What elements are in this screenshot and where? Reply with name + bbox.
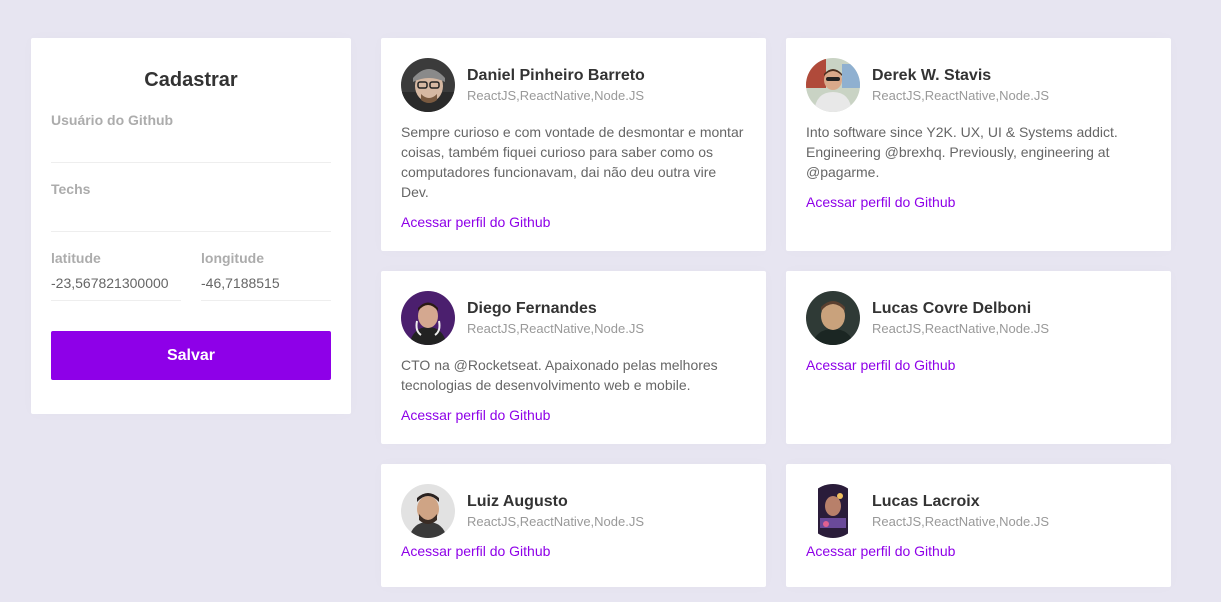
dev-card: Daniel Pinheiro Barreto ReactJS,ReactNat…: [381, 38, 766, 251]
dev-card: Lucas Covre Delboni ReactJS,ReactNative,…: [786, 271, 1171, 444]
avatar: [806, 291, 860, 345]
dev-card-header: Luiz Augusto ReactJS,ReactNative,Node.JS: [401, 484, 746, 538]
user-info: Diego Fernandes ReactJS,ReactNative,Node…: [467, 299, 644, 337]
techs-label: Techs: [51, 181, 91, 197]
github-username-field: Usuário do Github: [51, 111, 331, 163]
longitude-input[interactable]: [201, 267, 331, 299]
avatar: [401, 291, 455, 345]
dev-card-header: Diego Fernandes ReactJS,ReactNative,Node…: [401, 291, 746, 345]
dev-card: Lucas Lacroix ReactJS,ReactNative,Node.J…: [786, 464, 1171, 587]
dev-card-header: Daniel Pinheiro Barreto ReactJS,ReactNat…: [401, 58, 746, 112]
dev-list: Daniel Pinheiro Barreto ReactJS,ReactNat…: [381, 38, 1171, 587]
save-button[interactable]: Salvar: [51, 331, 331, 380]
avatar: [401, 58, 455, 112]
dev-bio: Into software since Y2K. UX, UI & System…: [806, 124, 1118, 180]
github-profile-link[interactable]: Acessar perfil do Github: [401, 212, 550, 232]
register-form-panel: Cadastrar Usuário do Github Techs latitu…: [31, 38, 351, 414]
dev-name: Luiz Augusto: [467, 493, 568, 510]
latitude-label: latitude: [51, 250, 101, 266]
avatar: [806, 484, 860, 538]
dev-card: Luiz Augusto ReactJS,ReactNative,Node.JS…: [381, 464, 766, 587]
dev-name: Lucas Covre Delboni: [872, 300, 1032, 317]
avatar: [401, 484, 455, 538]
dev-techs: ReactJS,ReactNative,Node.JS: [467, 88, 645, 103]
user-info: Luiz Augusto ReactJS,ReactNative,Node.JS: [467, 492, 644, 530]
latitude-input[interactable]: [51, 267, 181, 299]
dev-card-header: Lucas Covre Delboni ReactJS,ReactNative,…: [806, 291, 1151, 345]
dev-name: Daniel Pinheiro Barreto: [467, 67, 645, 84]
dev-techs: ReactJS,ReactNative,Node.JS: [467, 514, 645, 529]
dev-name: Diego Fernandes: [467, 300, 597, 317]
dev-techs: ReactJS,ReactNative,Node.JS: [467, 321, 645, 336]
user-info: Lucas Lacroix ReactJS,ReactNative,Node.J…: [872, 492, 1049, 530]
dev-card: Derek W. Stavis ReactJS,ReactNative,Node…: [786, 38, 1171, 251]
user-info: Daniel Pinheiro Barreto ReactJS,ReactNat…: [467, 66, 645, 104]
user-info: Lucas Covre Delboni ReactJS,ReactNative,…: [872, 299, 1049, 337]
github-profile-link[interactable]: Acessar perfil do Github: [401, 405, 550, 425]
dev-card: Diego Fernandes ReactJS,ReactNative,Node…: [381, 271, 766, 444]
github-profile-link[interactable]: Acessar perfil do Github: [806, 355, 955, 375]
coordinates-group: latitude longitude: [51, 249, 331, 301]
user-info: Derek W. Stavis ReactJS,ReactNative,Node…: [872, 66, 1049, 104]
techs-input[interactable]: [51, 198, 331, 230]
dev-name: Lucas Lacroix: [872, 493, 980, 510]
github-profile-link[interactable]: Acessar perfil do Github: [806, 192, 955, 212]
dev-techs: ReactJS,ReactNative,Node.JS: [872, 88, 1050, 103]
dev-bio: Sempre curioso e com vontade de desmonta…: [401, 124, 744, 200]
dev-techs: ReactJS,ReactNative,Node.JS: [872, 321, 1050, 336]
github-username-label: Usuário do Github: [51, 112, 174, 128]
longitude-label: longitude: [201, 250, 264, 266]
dev-bio: CTO na @Rocketseat. Apaixonado pelas mel…: [401, 357, 718, 393]
latitude-field: latitude: [51, 249, 181, 301]
dev-name: Derek W. Stavis: [872, 67, 992, 84]
dev-techs: ReactJS,ReactNative,Node.JS: [872, 514, 1050, 529]
github-username-input[interactable]: [51, 129, 331, 161]
avatar: [806, 58, 860, 112]
github-profile-link[interactable]: Acessar perfil do Github: [806, 541, 955, 561]
dev-card-header: Derek W. Stavis ReactJS,ReactNative,Node…: [806, 58, 1151, 112]
dev-card-header: Lucas Lacroix ReactJS,ReactNative,Node.J…: [806, 484, 1151, 538]
github-profile-link[interactable]: Acessar perfil do Github: [401, 541, 550, 561]
techs-field: Techs: [51, 180, 331, 232]
longitude-field: longitude: [201, 249, 331, 301]
form-title: Cadastrar: [144, 69, 238, 91]
